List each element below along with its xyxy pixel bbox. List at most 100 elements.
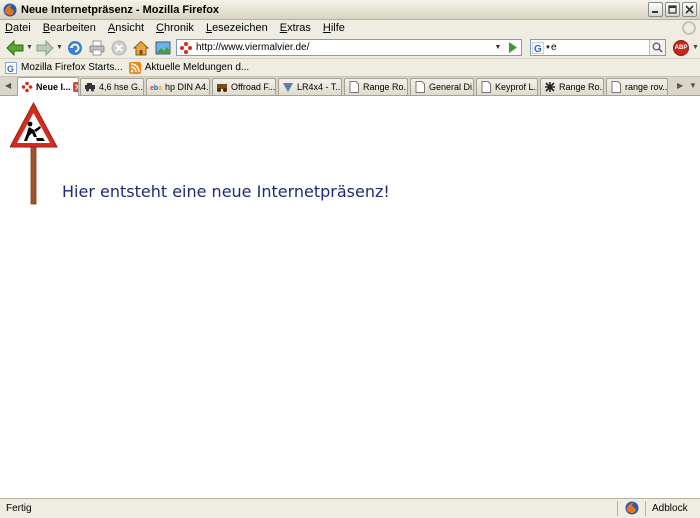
offroad-vehicle-icon [217,84,227,92]
tab-label: Keyprof L... [495,82,538,92]
url-input[interactable] [196,40,496,55]
throbber-icon [682,21,696,35]
tab-bar: ◀ Neue I... 4,6 hse G... ebay hp DIN A4.… [0,77,700,96]
tab-hp-din-a4[interactable]: ebay hp DIN A4... [146,78,210,95]
stop-icon [111,40,127,56]
bookmark-label: Mozilla Firefox Starts... [21,62,123,73]
minimize-icon [652,11,658,13]
back-dropdown-icon[interactable]: ▼ [26,44,33,51]
document-icon [415,81,425,93]
firefox-icon [3,3,17,16]
search-input[interactable] [551,40,643,55]
go-arrow-icon[interactable] [506,41,519,54]
print-button[interactable] [88,39,106,57]
window-controls [648,2,697,17]
tab-4-6-hse[interactable]: 4,6 hse G... [80,78,144,95]
tab-label: Range Ro... [559,82,604,92]
bookmarks-toolbar: G Mozilla Firefox Starts... Aktuelle Mel… [0,59,700,77]
url-bar[interactable]: ▼ [176,39,522,56]
close-icon [74,84,78,90]
tab-keyprof[interactable]: Keyprof L... [476,78,538,95]
close-button[interactable] [682,2,697,17]
abp-label: ABP [674,45,688,51]
tab-scroll-right-icon[interactable]: ▶ [677,81,683,90]
status-separator [645,501,646,516]
tab-label: Offroad F... [231,82,276,92]
document-icon [349,81,359,93]
google-icon: G [5,61,17,74]
menu-bearbeiten[interactable]: Bearbeiten [43,22,96,34]
page-content: Hier entsteht eine neue Internetpräsenz! [0,96,700,498]
site-favicon-icon [21,81,33,93]
home-button[interactable] [132,39,150,57]
menu-extras[interactable]: Extras [280,22,311,34]
tab-list-dropdown-icon[interactable]: ▼ [689,81,697,90]
status-bar: Fertig Adblock [0,498,700,518]
firefox-icon[interactable] [625,501,639,515]
rss-feed-icon [128,61,141,74]
abp-dropdown-icon[interactable]: ▼ [692,44,699,51]
search-button[interactable] [649,40,665,55]
puzzle-icon [545,82,555,92]
tab-label: Range Ro... [363,82,408,92]
tab-offroad-forum[interactable]: Offroad F... [212,78,276,95]
magnifier-icon [652,42,663,53]
forward-arrow-icon [36,40,54,56]
maximize-button[interactable] [665,2,680,17]
bookmark-aktuelle-meldungen[interactable]: Aktuelle Meldungen d... [128,61,250,74]
picture-icon [155,41,171,55]
construction-sign-icon [10,101,58,205]
bookmark-label: Aktuelle Meldungen d... [144,62,250,73]
bookmark-firefox-start[interactable]: G Mozilla Firefox Starts... [5,61,123,74]
tab-scroll-left-icon[interactable]: ◀ [5,81,11,90]
window-title: Neue Internetpräsenz - Mozilla Firefox [21,3,220,16]
tab-range-rover-3[interactable]: range rov... [606,78,668,95]
close-icon [685,5,694,14]
tab-lr4x4[interactable]: LR4x4 - T... [278,78,342,95]
search-engine-selector[interactable]: G ▼ [531,40,551,55]
tab-close-button[interactable] [72,82,78,92]
search-bar[interactable]: G ▼ [530,39,666,56]
url-history-dropdown-icon[interactable]: ▼ [493,40,503,55]
tab-general-discussion[interactable]: General Di... [410,78,474,95]
tab-range-rover-2[interactable]: Range Ro... [540,78,604,95]
menu-chronik[interactable]: Chronik [156,22,194,34]
maximize-icon [668,5,677,14]
menu-lesezeichen[interactable]: Lesezeichen [206,22,268,34]
svg-text:ebay: ebay [150,85,162,92]
adblock-status[interactable]: Adblock [652,503,688,514]
forward-button[interactable] [36,39,54,57]
navigation-toolbar: ▼ ▼ http://www.viermalvier.de/ ▼ G ▼ e A… [0,36,700,59]
page-headline: Hier entsteht eine neue Internetpräsenz! [62,182,390,201]
minimize-button[interactable] [648,2,663,17]
tab-range-rover-1[interactable]: Range Ro... [344,78,408,95]
reload-button[interactable] [66,39,84,57]
menu-bar: Datei Bearbeiten Ansicht Chronik Lesezei… [0,20,700,36]
menu-datei[interactable]: Datei [5,22,31,34]
reload-icon [68,41,82,55]
image-toolbar-button[interactable] [154,39,172,57]
title-bar: Neue Internetpräsenz - Mozilla Firefox [0,0,700,20]
menu-ansicht[interactable]: Ansicht [108,22,144,34]
home-icon [133,40,149,56]
document-icon [611,81,621,93]
google-icon: G [532,41,544,54]
svg-text:G: G [534,44,542,54]
stop-button[interactable] [110,39,128,57]
back-button[interactable] [6,39,24,57]
tab-label: Neue I... [36,82,71,92]
site-favicon-icon [180,41,192,54]
lr4x4-icon [283,83,293,92]
back-arrow-icon [6,40,24,56]
status-separator [617,501,618,516]
svg-text:G: G [7,64,14,74]
menu-hilfe[interactable]: Hilfe [323,22,345,34]
ebay-icon: ebay [150,85,162,92]
tab-neue-internetpraesenz[interactable]: Neue I... [17,77,79,96]
document-icon [481,81,491,93]
forward-dropdown-icon[interactable]: ▼ [56,44,63,51]
tab-label: hp DIN A4... [165,82,210,92]
tab-label: General Di... [429,82,473,92]
adblock-plus-button[interactable]: ABP [673,40,689,56]
tab-label: 4,6 hse G... [99,82,144,92]
